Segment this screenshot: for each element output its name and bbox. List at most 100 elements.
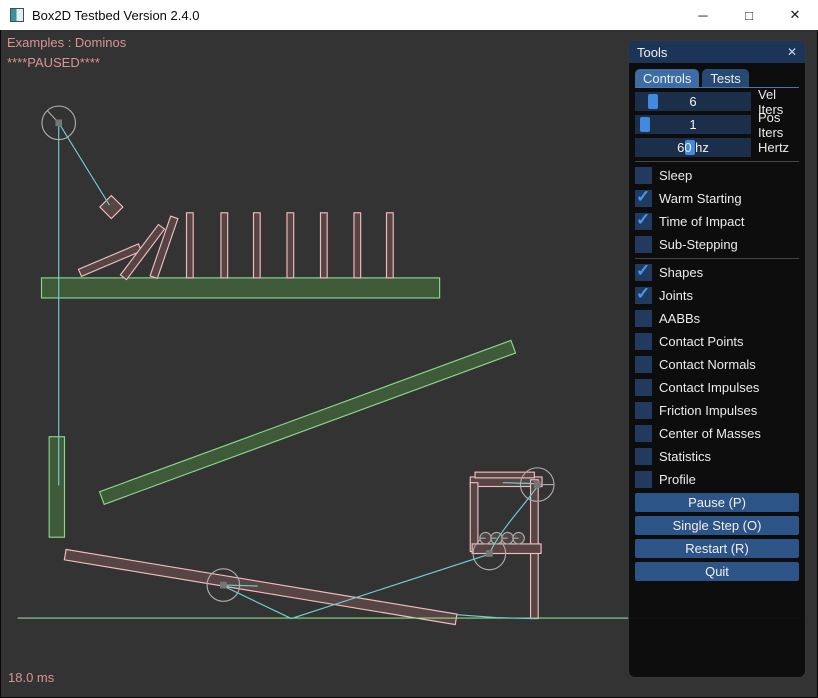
slider-row-pos-iters: 1Pos Iters bbox=[635, 115, 799, 134]
static-body bbox=[100, 340, 516, 504]
restart-button[interactable]: Restart (R) bbox=[635, 539, 799, 558]
checkbox-joints[interactable]: ✓ bbox=[635, 287, 652, 304]
checkbox-shapes[interactable]: ✓ bbox=[635, 264, 652, 281]
checkbox-statistics[interactable] bbox=[635, 448, 652, 465]
example-label: Examples : Dominos bbox=[7, 35, 126, 50]
slider-value-pos-iters: 1 bbox=[635, 115, 751, 134]
check-icon: ✓ bbox=[636, 284, 650, 304]
slider-list: 6Vel Iters1Pos Iters60 hzHertz bbox=[635, 92, 799, 157]
action-buttons: Pause (P) Single Step (O) Restart (R) Quit bbox=[635, 493, 799, 581]
checkbox-label-statistics: Statistics bbox=[659, 449, 711, 464]
checkbox-row-contact-normals[interactable]: Contact Normals bbox=[635, 355, 799, 374]
dynamic-body bbox=[253, 213, 260, 278]
slider-hertz[interactable]: 60 hz bbox=[635, 138, 751, 157]
pause-button[interactable]: Pause (P) bbox=[635, 493, 799, 512]
tab-tests[interactable]: Tests bbox=[702, 69, 748, 87]
checkbox-contact-impulses[interactable] bbox=[635, 379, 652, 396]
checkbox-row-contact-impulses[interactable]: Contact Impulses bbox=[635, 378, 799, 397]
dynamic-body bbox=[150, 216, 178, 278]
checkbox-row-contact-points[interactable]: Contact Points bbox=[635, 332, 799, 351]
joint-anchor bbox=[486, 550, 493, 557]
checkbox-sleep[interactable] bbox=[635, 167, 652, 184]
dynamic-body bbox=[64, 549, 457, 624]
dynamic-body bbox=[320, 213, 327, 278]
dynamic-body bbox=[100, 196, 123, 219]
checkbox-row-shapes[interactable]: ✓ Shapes bbox=[635, 263, 799, 282]
checkbox-label-shapes: Shapes bbox=[659, 265, 703, 280]
checkbox-row-aabbs[interactable]: AABBs bbox=[635, 309, 799, 328]
joint-line bbox=[59, 123, 110, 205]
tab-bar: ControlsTests bbox=[635, 69, 799, 87]
slider-value-vel-iters: 6 bbox=[635, 92, 751, 111]
checkbox-label-contact-points: Contact Points bbox=[659, 334, 744, 349]
maximize-button[interactable]: □ bbox=[726, 0, 772, 30]
minimize-icon: ─ bbox=[698, 8, 707, 23]
checkbox-label-aabbs: AABBs bbox=[659, 311, 700, 326]
joint-anchor bbox=[55, 119, 62, 126]
quit-button[interactable]: Quit bbox=[635, 562, 799, 581]
settings-list: Sleep ✓ Warm Starting ✓ Time of Impact Sub-St… bbox=[635, 161, 799, 489]
check-icon: ✓ bbox=[636, 187, 650, 207]
close-icon: ✕ bbox=[790, 7, 801, 23]
checkbox-row-joints[interactable]: ✓ Joints bbox=[635, 286, 799, 305]
slider-label-hertz: Hertz bbox=[758, 140, 789, 155]
checkbox-aabbs[interactable] bbox=[635, 310, 652, 327]
slider-label-pos-iters: Pos Iters bbox=[758, 110, 799, 140]
window-controls: ─ □ ✕ bbox=[680, 0, 818, 30]
tab-controls[interactable]: Controls bbox=[635, 69, 699, 87]
slider-row-hertz: 60 hz Hertz bbox=[635, 138, 799, 157]
checkbox-label-warm-starting: Warm Starting bbox=[659, 191, 742, 206]
checkbox-row-time-of-impact[interactable]: ✓ Time of Impact bbox=[635, 212, 799, 231]
joint-anchor bbox=[220, 582, 227, 589]
checkbox-contact-normals[interactable] bbox=[635, 356, 652, 373]
window-title: Box2D Testbed Version 2.4.0 bbox=[32, 8, 199, 23]
checkbox-friction-impulses[interactable] bbox=[635, 402, 652, 419]
checkbox-center-of-masses[interactable] bbox=[635, 425, 652, 442]
checkbox-contact-points[interactable] bbox=[635, 333, 652, 350]
dynamic-body bbox=[354, 213, 361, 278]
dynamic-body bbox=[221, 213, 228, 278]
titlebar[interactable]: Box2D Testbed Version 2.4.0 ─ □ ✕ bbox=[0, 0, 818, 30]
slider-vel-iters[interactable]: 6 bbox=[635, 92, 751, 111]
dynamic-body bbox=[387, 213, 394, 278]
panel-titlebar[interactable]: Tools ✕ bbox=[629, 41, 805, 63]
close-button[interactable]: ✕ bbox=[772, 0, 818, 30]
separator bbox=[635, 161, 799, 162]
app-icon bbox=[10, 8, 24, 22]
separator bbox=[635, 258, 799, 259]
static-body bbox=[49, 437, 64, 537]
panel-close-icon[interactable]: ✕ bbox=[781, 45, 797, 59]
joint-anchor bbox=[534, 481, 541, 488]
tools-panel: Tools ✕ ControlsTests 6Vel Iters1Pos Ite… bbox=[628, 40, 806, 678]
checkbox-label-time-of-impact: Time of Impact bbox=[659, 214, 744, 229]
slider-row-vel-iters: 6Vel Iters bbox=[635, 92, 799, 111]
checkbox-warm-starting[interactable]: ✓ bbox=[635, 190, 652, 207]
checkbox-row-sleep[interactable]: Sleep bbox=[635, 166, 799, 185]
checkbox-time-of-impact[interactable]: ✓ bbox=[635, 213, 652, 230]
checkbox-row-center-of-masses[interactable]: Center of Masses bbox=[635, 424, 799, 443]
checkbox-row-warm-starting[interactable]: ✓ Warm Starting bbox=[635, 189, 799, 208]
panel-title: Tools bbox=[637, 45, 667, 60]
checkbox-sub-stepping[interactable] bbox=[635, 236, 652, 253]
checkbox-row-statistics[interactable]: Statistics bbox=[635, 447, 799, 466]
checkbox-row-friction-impulses[interactable]: Friction Impulses bbox=[635, 401, 799, 420]
slider-pos-iters[interactable]: 1 bbox=[635, 115, 751, 134]
checkbox-label-friction-impulses: Friction Impulses bbox=[659, 403, 757, 418]
checkbox-label-center-of-masses: Center of Masses bbox=[659, 426, 761, 441]
maximize-icon: □ bbox=[745, 8, 753, 23]
canvas-area: Examples : Dominos ****PAUSED**** 18.0 m… bbox=[0, 30, 818, 698]
checkbox-row-sub-stepping[interactable]: Sub-Stepping bbox=[635, 235, 799, 254]
checkbox-label-joints: Joints bbox=[659, 288, 693, 303]
app-window: { "window": { "title": "Box2D Testbed Ve… bbox=[0, 0, 818, 698]
checkbox-row-profile[interactable]: Profile bbox=[635, 470, 799, 489]
checkbox-profile[interactable] bbox=[635, 471, 652, 488]
dynamic-body bbox=[186, 213, 193, 278]
check-icon: ✓ bbox=[636, 261, 650, 281]
dynamic-body bbox=[470, 483, 478, 552]
minimize-button[interactable]: ─ bbox=[680, 0, 726, 30]
single-step-button[interactable]: Single Step (O) bbox=[635, 516, 799, 535]
checkbox-label-sub-stepping: Sub-Stepping bbox=[659, 237, 738, 252]
dynamic-body bbox=[472, 544, 541, 554]
slider-value-hertz: 60 hz bbox=[635, 138, 751, 157]
checkbox-label-sleep: Sleep bbox=[659, 168, 692, 183]
